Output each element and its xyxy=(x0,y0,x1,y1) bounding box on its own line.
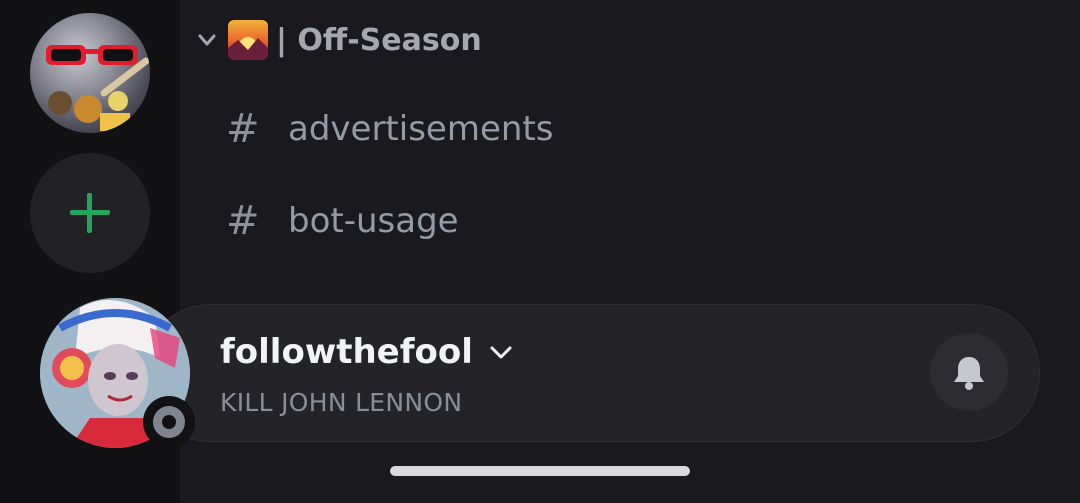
channel-bot-usage[interactable]: # bot-usage xyxy=(226,196,459,246)
channel-name: advertisements xyxy=(288,109,554,149)
chevron-down-icon xyxy=(490,346,512,359)
server-icon[interactable] xyxy=(30,13,150,133)
hash-icon: # xyxy=(226,106,260,152)
username: followthefool xyxy=(220,332,473,372)
bell-icon xyxy=(954,357,984,390)
add-server-button[interactable] xyxy=(30,153,150,273)
offline-status-icon xyxy=(153,406,185,438)
user-panel[interactable] xyxy=(142,304,1040,442)
channel-name: bot-usage xyxy=(288,201,459,241)
channel-category[interactable]: | Off-Season xyxy=(196,18,482,62)
username-button[interactable]: followthefool xyxy=(220,332,515,372)
sunrise-emoji-icon xyxy=(228,20,268,60)
channel-advertisements[interactable]: # advertisements xyxy=(226,104,553,154)
chevron-down-icon xyxy=(198,34,216,46)
notifications-button[interactable] xyxy=(930,333,1008,411)
category-name: | Off-Season xyxy=(276,22,482,58)
hash-icon: # xyxy=(226,198,260,244)
plus-icon xyxy=(70,193,110,233)
home-indicator[interactable] xyxy=(390,466,690,476)
presence-indicator xyxy=(143,396,195,448)
custom-status: KILL JOHN LENNON xyxy=(220,388,463,417)
